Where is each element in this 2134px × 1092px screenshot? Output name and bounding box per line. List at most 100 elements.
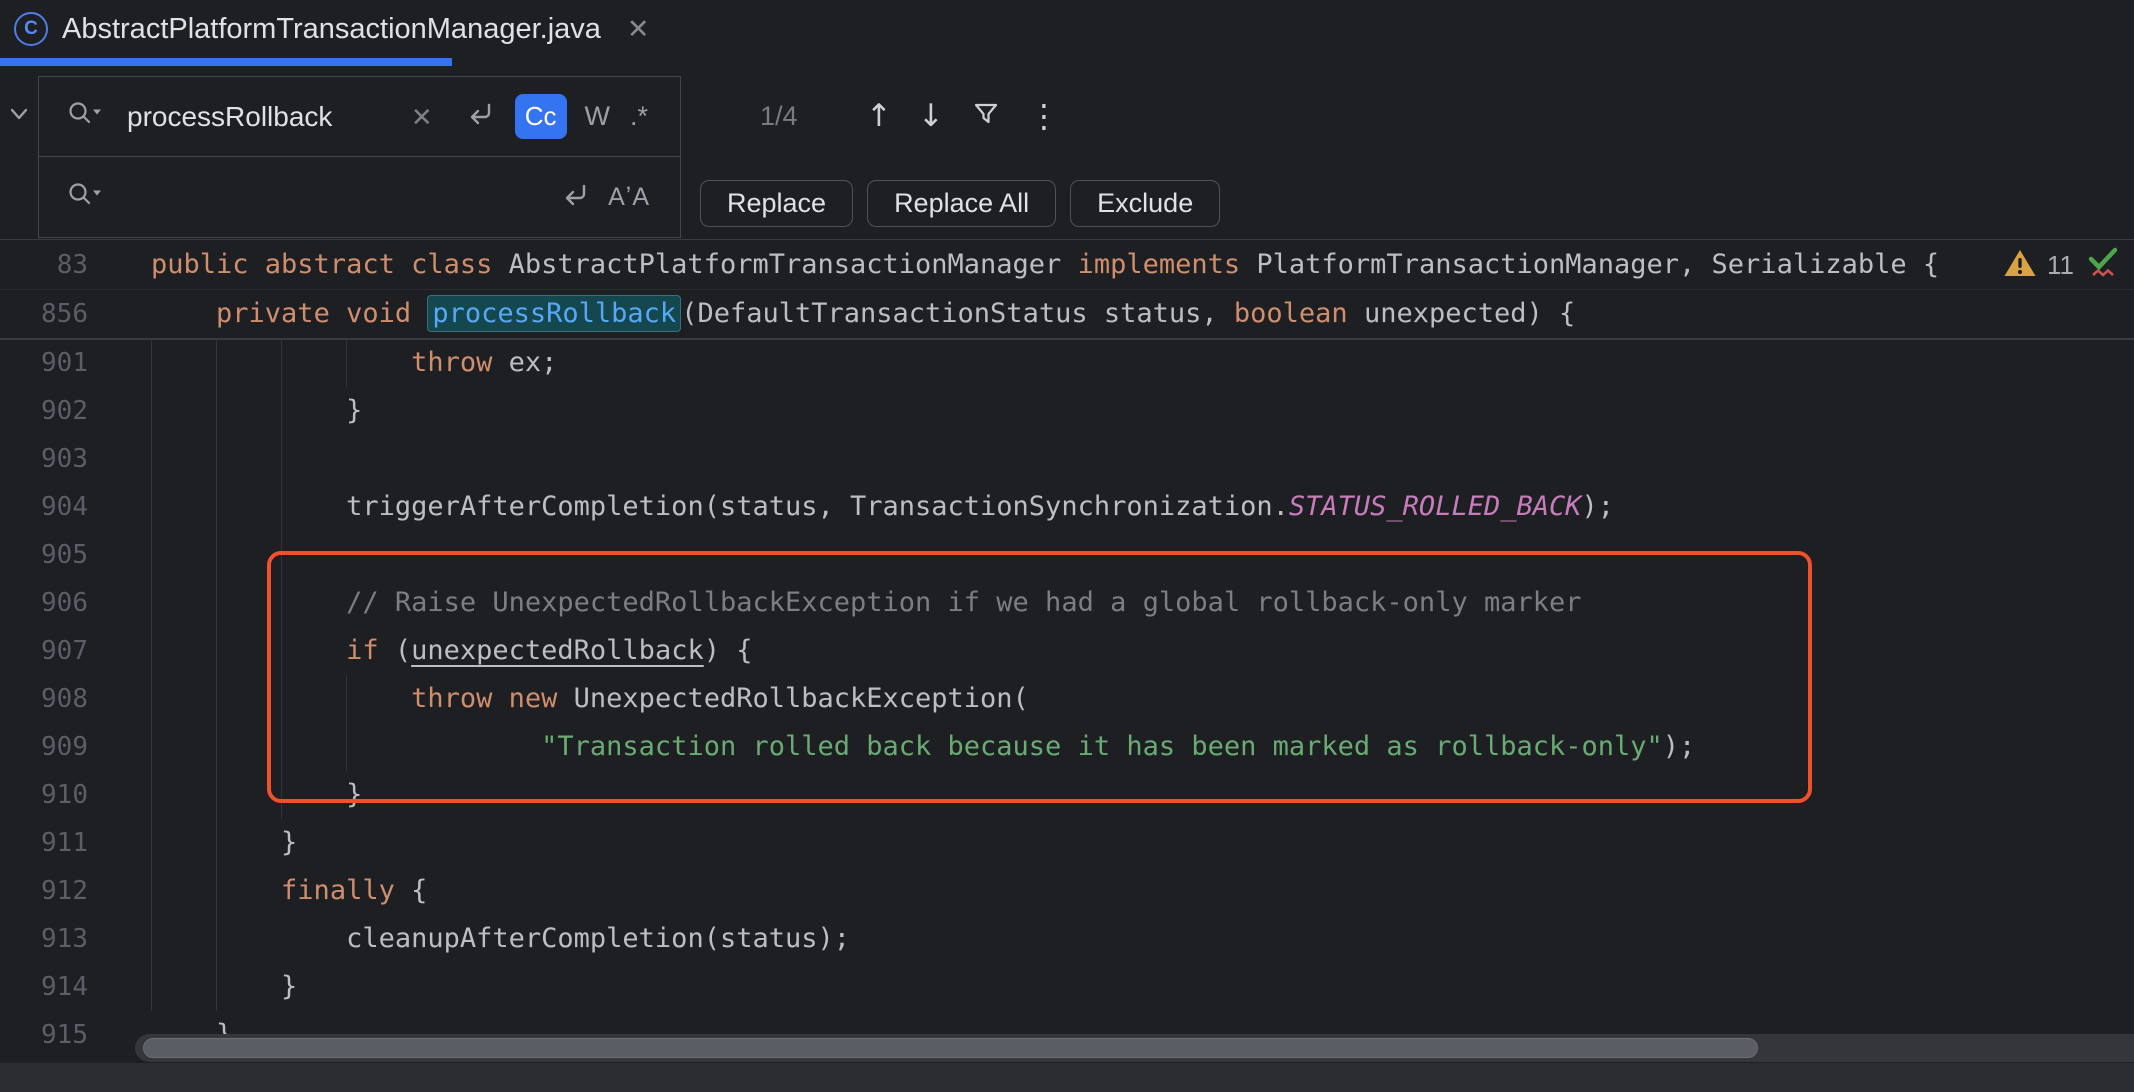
match-case-toggle[interactable]: Cc bbox=[515, 94, 567, 139]
more-options-icon[interactable]: ⋮ bbox=[1028, 100, 1060, 132]
bottom-panel-strip bbox=[0, 1063, 2134, 1092]
line-number[interactable]: 856 bbox=[0, 290, 88, 338]
insert-newline-icon[interactable] bbox=[465, 99, 497, 134]
match-counter: 1/4 bbox=[760, 76, 798, 156]
warning-count: 11 bbox=[2047, 250, 2074, 281]
line-number[interactable]: 910 bbox=[0, 771, 88, 819]
code-segment: triggerAfterCompletion(status, Transacti… bbox=[346, 491, 1289, 522]
code-segment: { bbox=[395, 875, 428, 906]
code-segment: unexpected) { bbox=[1348, 298, 1576, 329]
line-number[interactable]: 913 bbox=[0, 915, 88, 963]
search-navigation: ↑ ↓ ⋮ bbox=[866, 76, 1060, 156]
code-line-913[interactable]: 913 cleanupAfterCompletion(status); bbox=[0, 915, 2134, 963]
code-line-912[interactable]: 912 finally { bbox=[0, 867, 2134, 915]
collapse-panel-chevron-icon[interactable] bbox=[6, 104, 32, 129]
code-segment: STATUS_ROLLED_BACK bbox=[1289, 491, 1582, 522]
search-input[interactable] bbox=[127, 101, 382, 133]
code-segment: (DefaultTransactionStatus status, bbox=[681, 298, 1234, 329]
code-segment: PlatformTransactionManager, Serializable… bbox=[1256, 249, 1939, 280]
code-line-903[interactable]: 903 bbox=[0, 435, 2134, 483]
replace-row: AʼA bbox=[39, 157, 680, 237]
horizontal-scrollbar-thumb[interactable] bbox=[143, 1038, 1758, 1058]
warning-icon bbox=[2003, 248, 2037, 283]
ide-window: C AbstractPlatformTransactionManager.jav… bbox=[0, 0, 2134, 1092]
code-segment: public abstract class bbox=[151, 249, 509, 280]
code-segment: } bbox=[281, 827, 297, 858]
active-tab-indicator bbox=[0, 58, 452, 66]
line-number[interactable]: 915 bbox=[0, 1011, 88, 1059]
horizontal-scrollbar-track[interactable] bbox=[135, 1034, 2134, 1062]
regex-toggle[interactable]: .* bbox=[630, 101, 648, 132]
line-number[interactable]: 903 bbox=[0, 435, 88, 483]
line-number[interactable]: 909 bbox=[0, 723, 88, 771]
clear-search-icon[interactable]: ✕ bbox=[411, 104, 433, 130]
replace-all-button[interactable]: Replace All bbox=[867, 180, 1056, 227]
search-row: ✕ Cc W .* bbox=[39, 77, 680, 157]
indent-guide bbox=[346, 339, 347, 387]
code-segment: } bbox=[346, 395, 362, 426]
code-segment: AbstractPlatformTransactionManager bbox=[509, 249, 1078, 280]
tab-close-icon[interactable]: ✕ bbox=[627, 16, 650, 43]
code-segment: boolean bbox=[1234, 298, 1348, 329]
line-number[interactable]: 901 bbox=[0, 339, 88, 387]
search-fields-container: ✕ Cc W .* bbox=[38, 76, 681, 238]
line-number[interactable]: 911 bbox=[0, 819, 88, 867]
code-text: cleanupAfterCompletion(status); bbox=[88, 915, 850, 963]
java-class-icon: C bbox=[14, 12, 48, 46]
whole-words-toggle[interactable]: W bbox=[585, 101, 610, 132]
code-text: private void processRollback(DefaultTran… bbox=[88, 290, 1575, 338]
indent-guide bbox=[216, 339, 217, 1011]
replace-input[interactable] bbox=[127, 181, 382, 213]
previous-occurrence-icon[interactable]: ↑ bbox=[866, 101, 892, 132]
line-number[interactable]: 904 bbox=[0, 483, 88, 531]
inspections-ok-icon bbox=[2084, 245, 2122, 286]
inspection-widget[interactable]: 11 bbox=[2003, 241, 2122, 289]
editor-tab-bar: C AbstractPlatformTransactionManager.jav… bbox=[0, 0, 2134, 66]
code-text: } bbox=[88, 387, 362, 435]
code-text bbox=[88, 435, 151, 483]
code-segment: implements bbox=[1078, 249, 1257, 280]
line-number[interactable]: 906 bbox=[0, 579, 88, 627]
code-segment: ); bbox=[1582, 491, 1615, 522]
next-occurrence-icon[interactable]: ↓ bbox=[918, 101, 944, 132]
code-line-914[interactable]: 914 } bbox=[0, 963, 2134, 1011]
search-match-highlight: processRollback bbox=[427, 295, 681, 332]
code-segment: ex; bbox=[492, 347, 557, 378]
indent-guide bbox=[151, 339, 152, 1011]
code-line-83[interactable]: 83 public abstract class AbstractPlatform… bbox=[0, 241, 2134, 290]
tab-title: AbstractPlatformTransactionManager.java bbox=[62, 13, 601, 46]
preserve-case-toggle[interactable]: AʼA bbox=[608, 183, 650, 212]
code-segment: finally bbox=[281, 875, 395, 906]
line-number[interactable]: 83 bbox=[0, 241, 88, 289]
code-segment: private void bbox=[216, 298, 427, 329]
line-number[interactable]: 914 bbox=[0, 963, 88, 1011]
code-segment: } bbox=[281, 971, 297, 1002]
line-number[interactable]: 905 bbox=[0, 531, 88, 579]
tab-abstract-platform-transaction-manager[interactable]: C AbstractPlatformTransactionManager.jav… bbox=[0, 0, 666, 58]
line-number[interactable]: 912 bbox=[0, 867, 88, 915]
line-number[interactable]: 902 bbox=[0, 387, 88, 435]
code-line-902[interactable]: 902 } bbox=[0, 387, 2134, 435]
code-line-911[interactable]: 911 } bbox=[0, 819, 2134, 867]
code-text: triggerAfterCompletion(status, Transacti… bbox=[88, 483, 1614, 531]
code-text: } bbox=[88, 963, 297, 1011]
code-line-901[interactable]: 901 throw ex; bbox=[0, 339, 2134, 387]
insert-newline-icon[interactable] bbox=[560, 180, 592, 215]
code-line-904[interactable]: 904 triggerAfterCompletion(status, Trans… bbox=[0, 483, 2134, 531]
line-number[interactable]: 908 bbox=[0, 675, 88, 723]
exclude-button[interactable]: Exclude bbox=[1070, 180, 1220, 227]
highlight-box bbox=[267, 551, 1812, 803]
code-text: throw ex; bbox=[88, 339, 557, 387]
sticky-lines: 83 public abstract class AbstractPlatform… bbox=[0, 241, 2134, 340]
replace-actions: Replace Replace All Exclude bbox=[700, 180, 1220, 227]
replace-history-icon[interactable] bbox=[67, 181, 105, 214]
code-text: } bbox=[88, 819, 297, 867]
code-segment: throw bbox=[411, 347, 492, 378]
replace-button[interactable]: Replace bbox=[700, 180, 853, 227]
line-number[interactable]: 907 bbox=[0, 627, 88, 675]
code-segment: cleanupAfterCompletion(status); bbox=[346, 923, 850, 954]
filter-icon[interactable] bbox=[970, 98, 1002, 135]
search-history-icon[interactable] bbox=[67, 100, 105, 133]
code-text bbox=[88, 531, 151, 579]
code-line-856[interactable]: 856 private void processRollback(Default… bbox=[0, 290, 2134, 338]
